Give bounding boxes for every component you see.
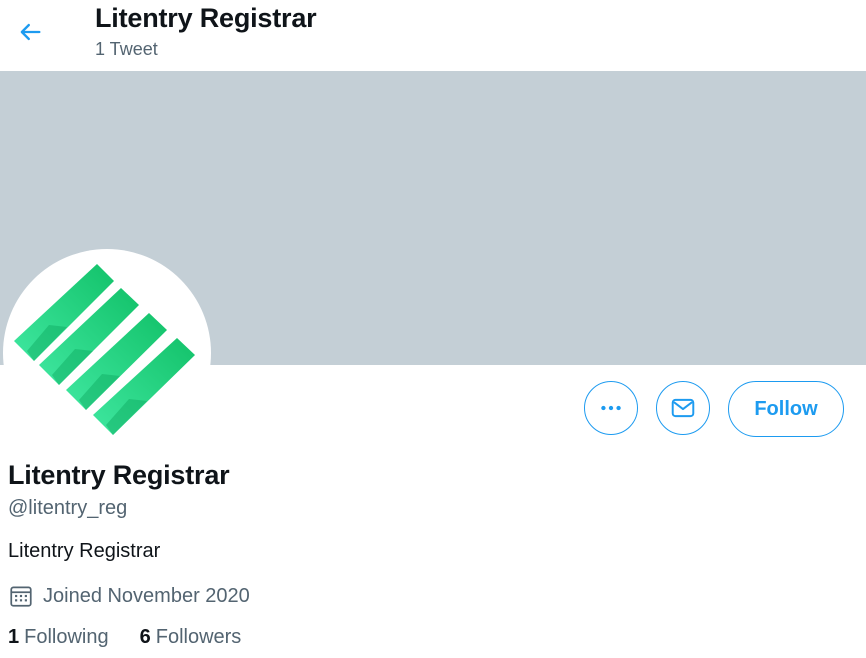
back-button[interactable]: [12, 14, 48, 50]
display-name: Litentry Registrar: [8, 460, 230, 490]
user-handle: @litentry_reg: [8, 497, 128, 519]
profile-bio: Litentry Registrar: [8, 540, 161, 562]
tweet-count: 1 Tweet: [95, 39, 158, 59]
avatar[interactable]: [9, 255, 205, 451]
following-link[interactable]: 1 Following: [8, 626, 109, 649]
more-icon: [601, 405, 621, 411]
join-date: Joined November 2020: [8, 583, 250, 609]
followers-link[interactable]: 6 Followers: [140, 626, 242, 649]
header-title: Litentry Registrar: [95, 3, 317, 33]
calendar-icon: [10, 586, 32, 607]
more-button[interactable]: [584, 381, 638, 435]
join-date-label: Joined November 2020: [43, 584, 250, 607]
follow-button[interactable]: Follow: [728, 381, 844, 437]
follow-stats: 1 Following 6 Followers: [8, 626, 241, 649]
followers-label: Followers: [155, 626, 242, 648]
profile-header: Litentry Registrar 1 Tweet: [0, 0, 866, 71]
litentry-logo-icon: [14, 264, 195, 435]
arrow-left-icon: [20, 23, 41, 41]
followers-count: 6: [139, 626, 151, 648]
following-label: Following: [24, 626, 109, 648]
mail-icon: [671, 398, 695, 418]
following-count: 1: [8, 626, 20, 648]
message-button[interactable]: [656, 381, 710, 435]
profile-page: Litentry Registrar 1 Tweet Follow Litent…: [0, 0, 866, 658]
